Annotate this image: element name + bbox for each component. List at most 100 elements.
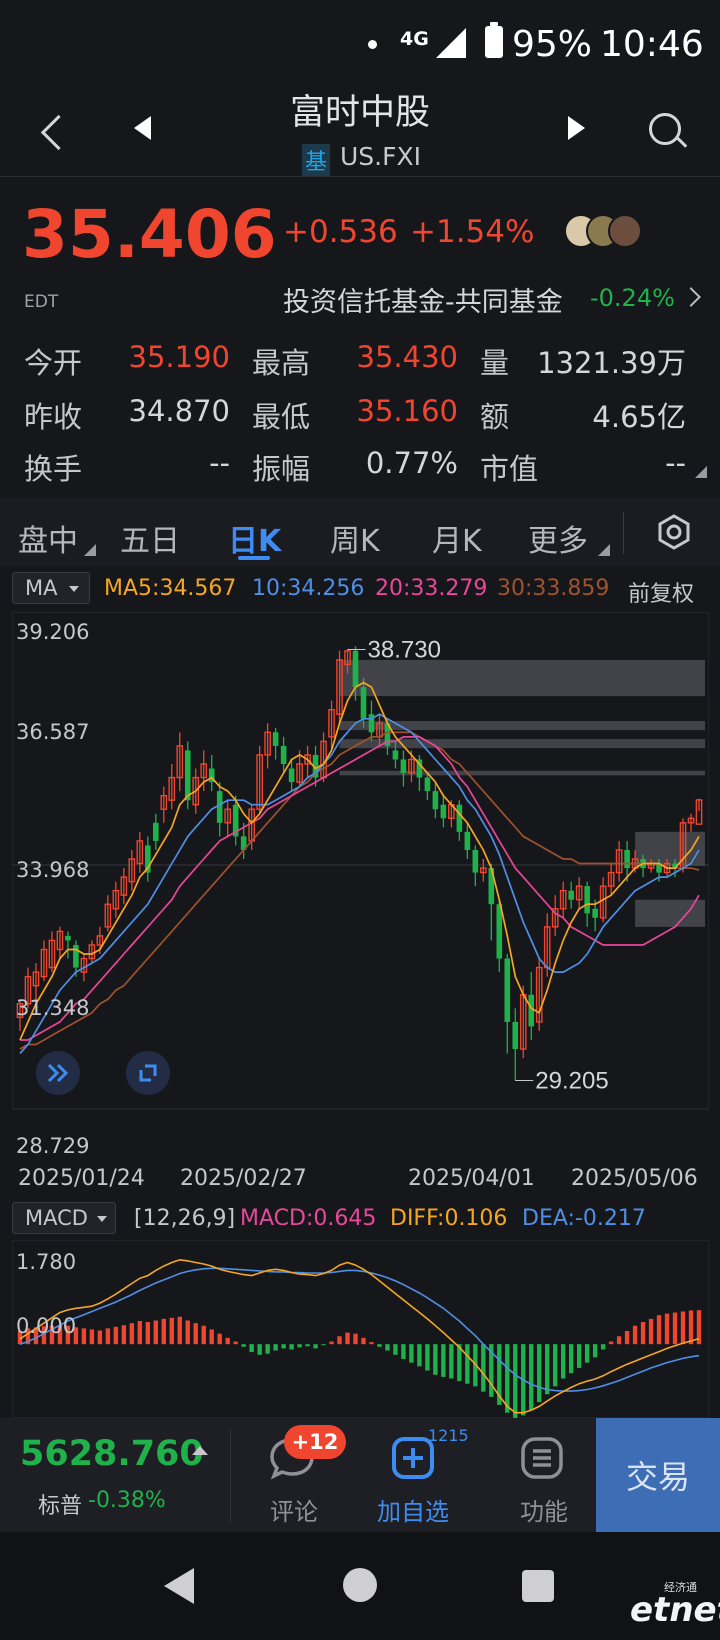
stat-label: 量 xyxy=(480,346,510,380)
candle-body-down xyxy=(624,849,630,869)
watermark-logo: etnet xyxy=(630,1590,720,1630)
ma10-legend: 10:34.256 xyxy=(252,576,365,601)
candle-body-down xyxy=(153,822,159,841)
candle-body-down xyxy=(400,759,407,774)
price-change: +0.536 xyxy=(283,214,398,250)
index-value[interactable]: 5628.760 xyxy=(20,1434,204,1474)
fund-category[interactable]: 投资信托基金-共同基金 xyxy=(283,280,563,319)
candle-body-down xyxy=(504,958,511,1022)
stat-value: -- xyxy=(665,446,686,480)
stat-value: 34.870 xyxy=(128,394,230,428)
price-change-percent: +1.54% xyxy=(410,214,535,250)
candle-body-down xyxy=(456,804,463,832)
expand-up-icon[interactable] xyxy=(192,1446,208,1455)
expand-corner-icon[interactable] xyxy=(695,466,707,478)
sub-indicator-dropdown[interactable]: MACD xyxy=(12,1202,116,1234)
battery-icon xyxy=(485,22,503,58)
clock: 10:46 xyxy=(600,24,704,65)
page-title: 富时中股 xyxy=(289,93,430,133)
candle-body-down xyxy=(568,890,574,900)
stat-label: 昨收 xyxy=(24,400,83,434)
index-name: 标普 xyxy=(38,1494,83,1519)
nav-recents-icon[interactable] xyxy=(522,1570,554,1602)
more-functions-icon[interactable] xyxy=(520,1436,564,1480)
candle-body-down xyxy=(440,804,447,819)
active-tab-indicator xyxy=(238,556,270,560)
divider xyxy=(0,176,720,177)
volume-profile-band xyxy=(339,770,705,776)
volume-profile-band xyxy=(339,659,705,697)
candle-body-down xyxy=(512,1021,519,1050)
candle-body-down xyxy=(432,791,439,810)
search-icon[interactable] xyxy=(646,110,688,156)
sub-indicator-name: MACD xyxy=(25,1206,88,1230)
chart-settings-icon[interactable] xyxy=(654,512,694,552)
diff-value: DIFF:0.106 xyxy=(390,1206,508,1231)
candle-body-down xyxy=(280,745,287,764)
nav-home-icon[interactable] xyxy=(343,1568,377,1602)
candle-body-down xyxy=(392,750,399,760)
x-axis-label: 2025/02/27 xyxy=(180,1166,307,1191)
functions-button[interactable]: 功能 xyxy=(520,1492,568,1527)
dropdown-corner-icon xyxy=(598,544,610,556)
divider xyxy=(623,512,624,554)
candlestick-chart[interactable]: 38.730 29.205 xyxy=(12,612,709,1162)
comments-button[interactable]: 评论 xyxy=(270,1492,318,1527)
stat-label: 振幅 xyxy=(252,452,311,486)
network-type: 4G xyxy=(400,28,429,50)
macd-axis-label: 0.000 xyxy=(16,1314,77,1338)
stat-value: 4.65亿 xyxy=(592,400,686,434)
dropdown-corner-icon xyxy=(84,544,96,556)
y-axis-label: 31.348 xyxy=(16,996,90,1020)
candle-body-down xyxy=(360,687,367,719)
stat-label: 最低 xyxy=(252,400,311,434)
chevron-right-icon[interactable] xyxy=(681,287,701,307)
stat-value: -- xyxy=(209,446,230,480)
y-axis-label: 33.968 xyxy=(16,858,90,882)
candle-body-down xyxy=(272,732,279,746)
trade-button[interactable]: 交易 xyxy=(596,1418,720,1532)
candle-body-down xyxy=(424,777,431,792)
macd-params: [12,26,9] xyxy=(134,1206,236,1231)
avatar xyxy=(608,214,642,248)
y-axis-label: 28.729 xyxy=(16,1134,90,1158)
macd-value: MACD:0.645 xyxy=(240,1206,377,1231)
category-change: -0.24% xyxy=(590,284,675,312)
stat-value: 35.160 xyxy=(356,394,458,428)
fullscreen-button xyxy=(126,1051,170,1095)
tab-weekly-k[interactable]: 周K xyxy=(330,516,380,560)
add-watchlist-button[interactable]: 加自选 xyxy=(377,1492,449,1527)
chart-tab-bar: 盘中 五日 日K 周K 月K 更多 xyxy=(0,498,720,566)
stat-label: 换手 xyxy=(24,452,83,486)
stat-label: 额 xyxy=(480,400,510,434)
tab-intraday[interactable]: 盘中 xyxy=(18,516,78,560)
tab-monthly-k[interactable]: 月K xyxy=(432,516,482,560)
x-axis-label: 2025/01/24 xyxy=(18,1166,145,1191)
candle-body-down xyxy=(472,849,479,873)
stat-value: 0.77% xyxy=(365,446,458,480)
stat-value: 1321.39万 xyxy=(537,346,686,380)
tab-more[interactable]: 更多 xyxy=(528,516,588,560)
timezone-label: EDT xyxy=(24,292,59,312)
next-stock-icon[interactable] xyxy=(568,116,585,140)
notification-dot-icon xyxy=(368,40,377,49)
stat-label: 最高 xyxy=(252,346,311,380)
tab-five-day[interactable]: 五日 xyxy=(120,516,180,560)
tab-daily-k[interactable]: 日K xyxy=(228,516,281,560)
y-axis-label: 36.587 xyxy=(16,720,90,744)
signal-icon xyxy=(436,28,466,58)
stat-value: 35.430 xyxy=(356,340,458,374)
candle-body-down xyxy=(528,994,535,1027)
comments-count-badge: +12 xyxy=(284,1425,346,1459)
community-avatars[interactable] xyxy=(564,214,644,250)
ma20-legend: 20:33.279 xyxy=(375,576,488,601)
nav-back-icon[interactable] xyxy=(164,1568,194,1604)
candle-body-down xyxy=(592,908,598,918)
y-axis-label: 39.206 xyxy=(16,620,90,644)
candle-body-down xyxy=(352,650,359,688)
price-adjust-toggle[interactable]: 前复权 xyxy=(628,576,694,608)
macd-chart[interactable] xyxy=(12,1240,709,1418)
candle-body-down xyxy=(65,935,71,941)
indicator-dropdown[interactable]: MA xyxy=(12,572,90,604)
battery-percent: 95% xyxy=(512,24,593,65)
